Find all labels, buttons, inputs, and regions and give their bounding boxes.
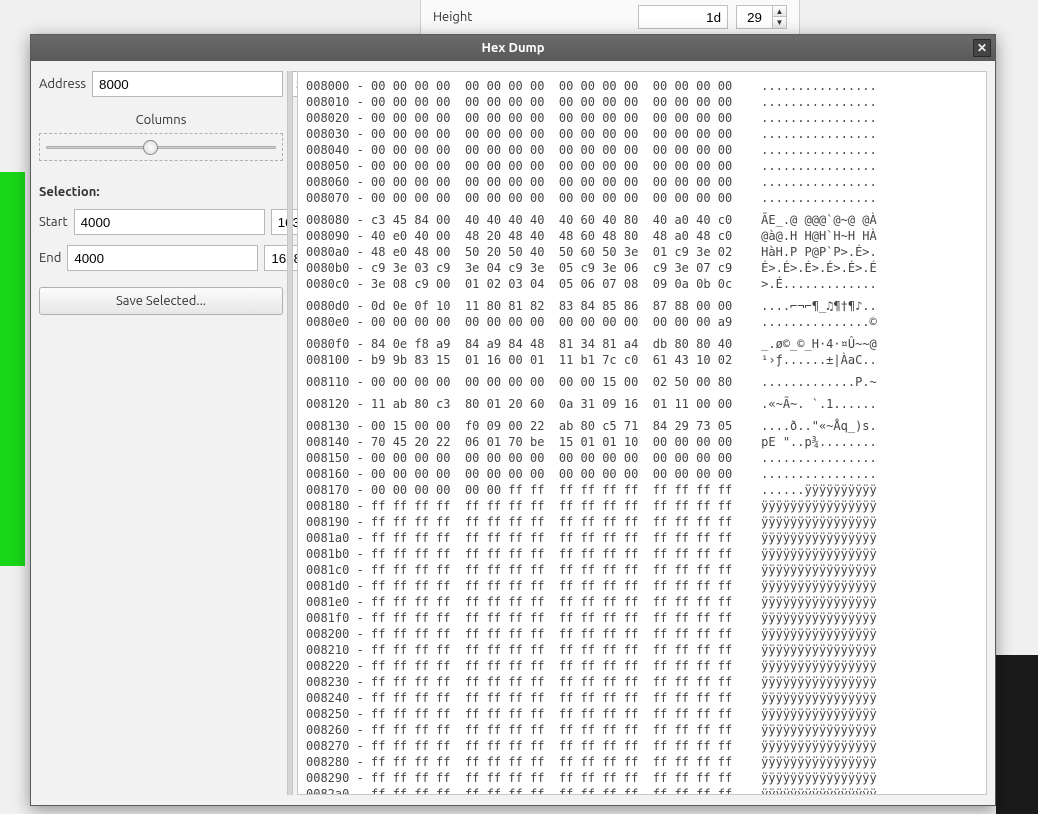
hex-row[interactable]: 008050 - 00 00 00 00 00 00 00 00 00 00 0…: [306, 158, 978, 174]
hex-row[interactable]: 008130 - 00 15 00 00 f0 09 00 22 ab 80 c…: [306, 418, 978, 434]
down-arrow-icon[interactable]: ▼: [773, 17, 786, 28]
splitter[interactable]: [287, 71, 293, 795]
hex-row[interactable]: 0080d0 - 0d 0e 0f 10 11 80 81 82 83 84 8…: [306, 298, 978, 314]
hex-row[interactable]: 008120 - 11 ab 80 c3 80 01 20 60 0a 31 0…: [306, 396, 978, 412]
hex-row[interactable]: 008110 - 00 00 00 00 00 00 00 00 00 00 1…: [306, 374, 978, 390]
height-dec-input[interactable]: [736, 5, 772, 29]
columns-slider-wrap: [39, 133, 283, 161]
hexdump-dialog: Hex Dump ✕ Address ▲ ▼ Columns: [30, 34, 996, 806]
hexdump-scroll[interactable]: 008000 - 00 00 00 00 00 00 00 00 00 00 0…: [298, 72, 986, 794]
hex-row[interactable]: 008190 - ff ff ff ff ff ff ff ff ff ff f…: [306, 514, 978, 530]
hex-row[interactable]: 008070 - 00 00 00 00 00 00 00 00 00 00 0…: [306, 190, 978, 206]
close-icon: ✕: [977, 41, 987, 55]
start-label: Start: [39, 215, 68, 229]
hex-row[interactable]: 008000 - 00 00 00 00 00 00 00 00 00 00 0…: [306, 78, 978, 94]
end-label: End: [39, 251, 61, 265]
hex-row[interactable]: 008160 - 00 00 00 00 00 00 00 00 00 00 0…: [306, 466, 978, 482]
columns-slider[interactable]: [46, 138, 276, 156]
hex-row[interactable]: 0081a0 - ff ff ff ff ff ff ff ff ff ff f…: [306, 530, 978, 546]
hex-row[interactable]: 008060 - 00 00 00 00 00 00 00 00 00 00 0…: [306, 174, 978, 190]
up-arrow-icon[interactable]: ▲: [773, 6, 786, 17]
address-hex-input[interactable]: [92, 71, 283, 97]
hex-row[interactable]: 008100 - b9 9b 83 15 01 16 00 01 11 b1 7…: [306, 352, 978, 368]
address-label: Address: [39, 77, 86, 91]
height-hex-input[interactable]: [638, 5, 728, 29]
dialog-titlebar[interactable]: Hex Dump ✕: [31, 35, 995, 61]
sidebar: Address ▲ ▼ Columns Selection:: [39, 71, 283, 795]
hexdump-panel: 008000 - 00 00 00 00 00 00 00 00 00 00 0…: [297, 71, 987, 795]
hex-row[interactable]: 008260 - ff ff ff ff ff ff ff ff ff ff f…: [306, 722, 978, 738]
save-selected-button[interactable]: Save Selected...: [39, 287, 283, 315]
bg-property-panel: Height ▲ ▼: [420, 0, 800, 35]
hex-row[interactable]: 008090 - 40 e0 40 00 48 20 48 40 48 60 4…: [306, 228, 978, 244]
slider-thumb[interactable]: [143, 140, 158, 155]
hex-row[interactable]: 008150 - 00 00 00 00 00 00 00 00 00 00 0…: [306, 450, 978, 466]
hex-row[interactable]: 008250 - ff ff ff ff ff ff ff ff ff ff f…: [306, 706, 978, 722]
bg-green-strip: [0, 172, 25, 566]
hex-row[interactable]: 008030 - 00 00 00 00 00 00 00 00 00 00 0…: [306, 126, 978, 142]
hex-row[interactable]: 008280 - ff ff ff ff ff ff ff ff ff ff f…: [306, 754, 978, 770]
hex-row[interactable]: 008020 - 00 00 00 00 00 00 00 00 00 00 0…: [306, 110, 978, 126]
height-spinner[interactable]: ▲ ▼: [772, 5, 787, 29]
hex-row[interactable]: 0081f0 - ff ff ff ff ff ff ff ff ff ff f…: [306, 610, 978, 626]
hex-row[interactable]: 008290 - ff ff ff ff ff ff ff ff ff ff f…: [306, 770, 978, 786]
hex-row[interactable]: 008010 - 00 00 00 00 00 00 00 00 00 00 0…: [306, 94, 978, 110]
hex-row[interactable]: 0081b0 - ff ff ff ff ff ff ff ff ff ff f…: [306, 546, 978, 562]
columns-label: Columns: [39, 113, 283, 127]
hex-row[interactable]: 008080 - c3 45 84 00 40 40 40 40 40 60 4…: [306, 212, 978, 228]
hex-row[interactable]: 008200 - ff ff ff ff ff ff ff ff ff ff f…: [306, 626, 978, 642]
height-label: Height: [433, 10, 630, 24]
slider-track: [46, 146, 276, 149]
hex-row[interactable]: 0081e0 - ff ff ff ff ff ff ff ff ff ff f…: [306, 594, 978, 610]
hex-row[interactable]: 008140 - 70 45 20 22 06 01 70 be 15 01 0…: [306, 434, 978, 450]
hex-row[interactable]: 0080b0 - c9 3e 03 c9 3e 04 c9 3e 05 c9 3…: [306, 260, 978, 276]
hex-row[interactable]: 008220 - ff ff ff ff ff ff ff ff ff ff f…: [306, 658, 978, 674]
hex-row[interactable]: 008040 - 00 00 00 00 00 00 00 00 00 00 0…: [306, 142, 978, 158]
bg-dark-strip: [996, 655, 1038, 814]
hex-row[interactable]: 008180 - ff ff ff ff ff ff ff ff ff ff f…: [306, 498, 978, 514]
hex-row[interactable]: 008240 - ff ff ff ff ff ff ff ff ff ff f…: [306, 690, 978, 706]
hex-row[interactable]: 008230 - ff ff ff ff ff ff ff ff ff ff f…: [306, 674, 978, 690]
save-selected-label: Save Selected...: [116, 294, 206, 308]
hex-row[interactable]: 0080e0 - 00 00 00 00 00 00 00 00 00 00 0…: [306, 314, 978, 330]
dialog-title: Hex Dump: [481, 41, 544, 55]
hex-row[interactable]: 0080a0 - 48 e0 48 00 50 20 50 40 50 60 5…: [306, 244, 978, 260]
selection-heading: Selection:: [39, 185, 283, 199]
hex-row[interactable]: 0080c0 - 3e 08 c9 00 01 02 03 04 05 06 0…: [306, 276, 978, 292]
hex-row[interactable]: 0082a0 - ff ff ff ff ff ff ff ff ff ff f…: [306, 786, 978, 794]
hex-row[interactable]: 0081c0 - ff ff ff ff ff ff ff ff ff ff f…: [306, 562, 978, 578]
end-hex-input[interactable]: [67, 245, 258, 271]
hex-row[interactable]: 0080f0 - 84 0e f8 a9 84 a9 84 48 81 34 8…: [306, 336, 978, 352]
start-hex-input[interactable]: [74, 209, 265, 235]
hex-row[interactable]: 008210 - ff ff ff ff ff ff ff ff ff ff f…: [306, 642, 978, 658]
hex-row[interactable]: 008270 - ff ff ff ff ff ff ff ff ff ff f…: [306, 738, 978, 754]
close-button[interactable]: ✕: [973, 39, 991, 57]
hex-row[interactable]: 0081d0 - ff ff ff ff ff ff ff ff ff ff f…: [306, 578, 978, 594]
hex-row[interactable]: 008170 - 00 00 00 00 00 00 ff ff ff ff f…: [306, 482, 978, 498]
